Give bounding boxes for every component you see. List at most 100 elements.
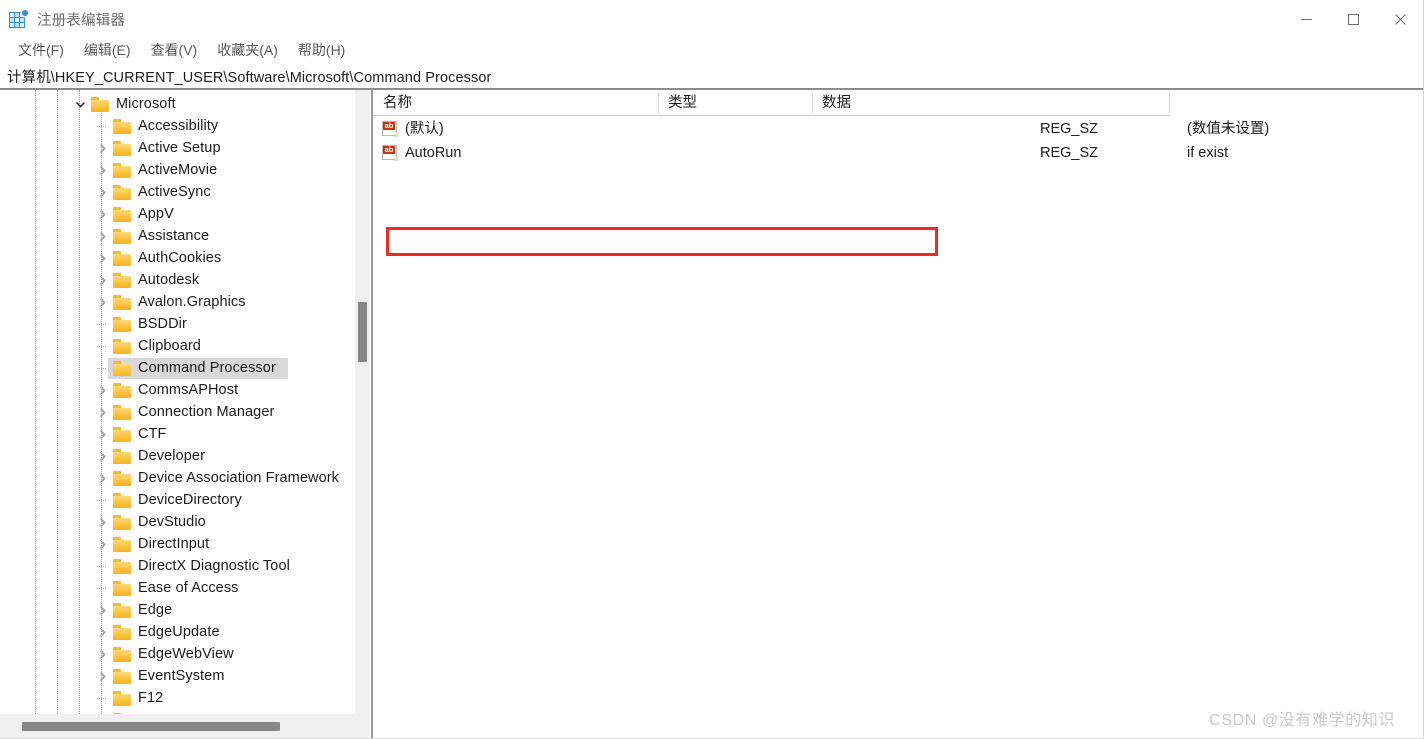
chevron-right-icon[interactable] [94, 511, 110, 533]
tree-item-accessibility[interactable]: Accessibility [0, 115, 355, 137]
tree-item-command-processor[interactable]: Command Processor [0, 357, 355, 379]
folder-icon [113, 295, 132, 310]
tree-item-eventsystem[interactable]: EventSystem [0, 665, 355, 687]
tree-item-autodesk[interactable]: Autodesk [0, 269, 355, 291]
tree-item-assistance[interactable]: Assistance [0, 225, 355, 247]
chevron-right-icon[interactable] [94, 643, 110, 665]
column-divider[interactable] [1169, 93, 1170, 113]
tree-item-edge[interactable]: Edge [0, 599, 355, 621]
tree-item-ease-of-access[interactable]: Ease of Access [0, 577, 355, 599]
folder-icon [113, 625, 132, 640]
folder-icon [113, 141, 132, 156]
tree-item-label: DirectInput [138, 536, 210, 552]
tree-item-clipboard[interactable]: Clipboard [0, 335, 355, 357]
chevron-right-icon[interactable] [94, 181, 110, 203]
chevron-right-icon[interactable] [94, 445, 110, 467]
tree-hscroll-thumb[interactable] [22, 722, 280, 731]
chevron-right-icon[interactable] [94, 423, 110, 445]
tree-horizontal-scrollbar[interactable] [0, 714, 370, 738]
tree-item-label: F12 [138, 690, 164, 706]
tree-item-microsoft[interactable]: Microsoft [0, 93, 355, 115]
tree-item-label: Active Setup [138, 140, 221, 156]
chevron-right-icon[interactable] [94, 247, 110, 269]
maximize-button[interactable] [1330, 0, 1377, 38]
chevron-right-icon[interactable] [94, 291, 110, 313]
value-type: REG_SZ [1040, 121, 1099, 137]
chevron-right-icon[interactable] [94, 269, 110, 291]
chevron-right-icon[interactable] [94, 621, 110, 643]
tree-item-label: Edge [138, 602, 173, 618]
column-divider[interactable] [812, 93, 813, 113]
tree-item-connection-manager[interactable]: Connection Manager [0, 401, 355, 423]
tree-item-developer[interactable]: Developer [0, 445, 355, 467]
chevron-down-icon[interactable] [72, 93, 88, 115]
tree-item-devicedirectory[interactable]: DeviceDirectory [0, 489, 355, 511]
tree-elbow-connector [94, 335, 110, 357]
tree-item-label: DevStudio [138, 514, 206, 530]
tree-item-label: Assistance [138, 228, 210, 244]
tree-item-ctf[interactable]: CTF [0, 423, 355, 445]
chevron-right-icon[interactable] [94, 379, 110, 401]
tree-item-bsddir[interactable]: BSDDir [0, 313, 355, 335]
tree-item-device-association-framework[interactable]: Device Association Framework [0, 467, 355, 489]
value-row[interactable]: ab AutoRun REG_SZ if exist [373, 141, 1423, 165]
address-bar[interactable]: 计算机\HKEY_CURRENT_USER\Software\Microsoft… [0, 64, 1423, 88]
column-divider[interactable] [658, 93, 659, 113]
tree-item-edgewebview[interactable]: EdgeWebView [0, 643, 355, 665]
tree-item-commsaphost[interactable]: CommsAPHost [0, 379, 355, 401]
folder-icon [113, 515, 132, 530]
tree-item-authcookies[interactable]: AuthCookies [0, 247, 355, 269]
folder-icon [113, 493, 132, 508]
chevron-right-icon[interactable] [94, 137, 110, 159]
menu-item-help[interactable]: 帮助(H) [288, 39, 355, 62]
value-data: (数值未设置) [1187, 121, 1270, 137]
tree-vscroll-thumb[interactable] [358, 302, 367, 362]
chevron-right-icon[interactable] [94, 225, 110, 247]
column-header-data[interactable]: 数据 [822, 90, 851, 116]
tree-item-activemovie[interactable]: ActiveMovie [0, 159, 355, 181]
tree-item-devstudio[interactable]: DevStudio [0, 511, 355, 533]
tree-item-appv[interactable]: AppV [0, 203, 355, 225]
chevron-right-icon[interactable] [94, 467, 110, 489]
tree-item-directx-diagnostic-tool[interactable]: DirectX Diagnostic Tool [0, 555, 355, 577]
tree-vertical-scrollbar[interactable] [355, 90, 370, 714]
chevron-right-icon[interactable] [94, 533, 110, 555]
chevron-right-icon[interactable] [94, 401, 110, 423]
value-type: REG_SZ [1040, 145, 1099, 161]
tree-item-label: Device Association Framework [138, 470, 340, 486]
tree-item-label: Developer [138, 448, 205, 464]
chevron-right-icon[interactable] [94, 599, 110, 621]
maximize-icon [1348, 13, 1359, 25]
title-bar: 注册表编辑器 [0, 0, 1423, 38]
folder-icon [113, 207, 132, 222]
value-name: (默认) [405, 121, 444, 137]
tree-item-edgeupdate[interactable]: EdgeUpdate [0, 621, 355, 643]
tree-item-active-setup[interactable]: Active Setup [0, 137, 355, 159]
folder-icon [113, 537, 132, 552]
minimize-button[interactable] [1283, 0, 1330, 38]
tree-item-directinput[interactable]: DirectInput [0, 533, 355, 555]
chevron-right-icon[interactable] [94, 203, 110, 225]
tree-item-avalon-graphics[interactable]: Avalon.Graphics [0, 291, 355, 313]
chevron-right-icon[interactable] [94, 665, 110, 687]
tree-item-label: CommsAPHost [138, 382, 239, 398]
column-header-name[interactable]: 名称 [383, 90, 412, 116]
value-list-rows: ab (默认) REG_SZ (数值未设置) ab AutoRun REG_SZ if exi… [373, 117, 1423, 165]
close-button[interactable] [1377, 0, 1423, 38]
value-data: if exist [1187, 145, 1229, 161]
chevron-right-icon[interactable] [94, 159, 110, 181]
folder-icon [113, 361, 132, 376]
tree-item-label: Ease of Access [138, 580, 239, 596]
tree-item-label: EventSystem [138, 668, 225, 684]
folder-icon [113, 669, 132, 684]
menu-item-edit[interactable]: 编辑(E) [74, 39, 141, 62]
menu-item-file[interactable]: 文件(F) [8, 39, 74, 62]
menu-item-view[interactable]: 查看(V) [141, 39, 208, 62]
registry-editor-window: 注册表编辑器 文件(F) 编辑(E) 查看(V) 收藏夹(A) 帮助(H) 计算… [0, 0, 1424, 739]
tree-item-f12[interactable]: F12 [0, 687, 355, 709]
tree-item-activesync[interactable]: ActiveSync [0, 181, 355, 203]
value-row[interactable]: ab (默认) REG_SZ (数值未设置) [373, 117, 1423, 141]
folder-icon [113, 339, 132, 354]
column-header-type[interactable]: 类型 [668, 90, 697, 116]
menu-item-favorites[interactable]: 收藏夹(A) [207, 39, 288, 62]
